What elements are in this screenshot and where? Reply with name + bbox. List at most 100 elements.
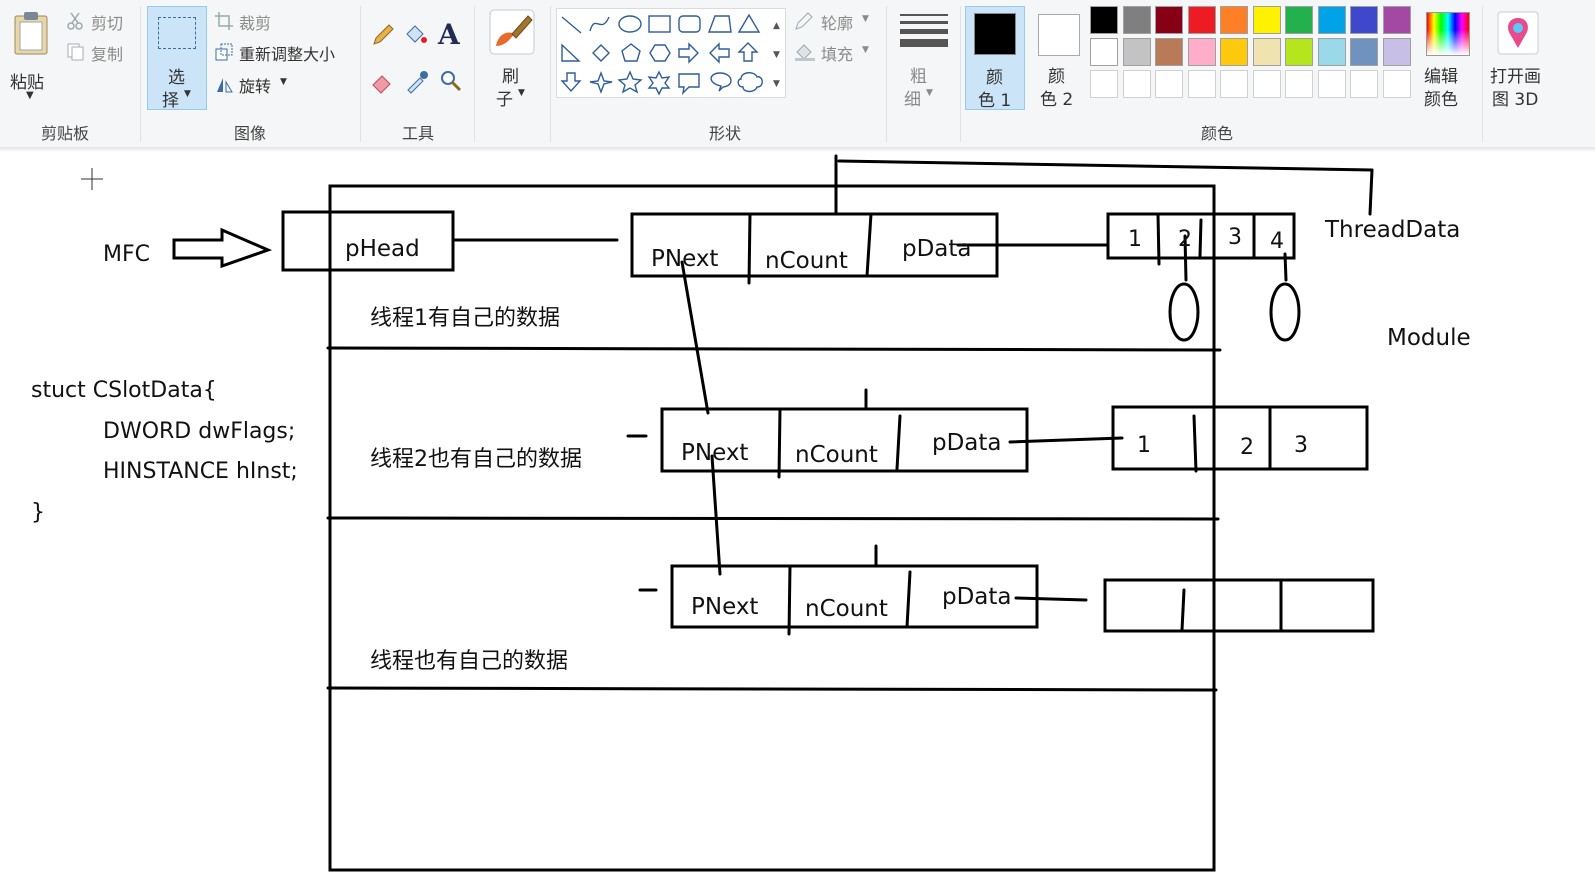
palette-swatch[interactable]: [1220, 38, 1248, 66]
module-label: Module: [1387, 325, 1471, 351]
chevron-down-icon: ▼: [26, 90, 34, 101]
palette-swatch[interactable]: [1350, 70, 1378, 98]
pencil-icon[interactable]: [370, 22, 396, 48]
array2-cell-3: 3: [1294, 433, 1308, 458]
palette-swatch[interactable]: [1090, 38, 1118, 66]
palette-swatch[interactable]: [1187, 6, 1216, 34]
select-icon: [158, 17, 196, 49]
palette-swatch[interactable]: [1187, 38, 1216, 66]
eraser-icon[interactable]: [370, 68, 396, 94]
group-divider: [550, 6, 551, 142]
palette-swatch[interactable]: [1285, 70, 1313, 98]
palette-swatch[interactable]: [1155, 38, 1183, 66]
chevron-down-icon: ▼: [926, 88, 933, 98]
palette-swatch[interactable]: [1252, 6, 1281, 34]
fill-label: 填充: [821, 45, 854, 64]
shapes-gallery[interactable]: ▲ ▼ ▼: [556, 8, 786, 98]
node3-pdata: pData: [942, 584, 1012, 610]
palette-swatch[interactable]: [1317, 6, 1346, 34]
tools-group-label: 工具: [401, 124, 434, 143]
palette-swatch[interactable]: [1187, 70, 1216, 98]
thread1-text: 线程1有自己的数据: [370, 306, 560, 331]
brushes-button[interactable]: 刷 子 ▼: [482, 6, 542, 110]
edit-colors-button[interactable]: 编辑 颜色: [1418, 6, 1480, 110]
size-label-1: 粗: [910, 67, 927, 87]
palette-swatch[interactable]: [1220, 70, 1248, 98]
array1-cell-4: 4: [1270, 229, 1284, 254]
palette-swatch[interactable]: [1122, 70, 1151, 98]
palette-swatch[interactable]: [1090, 6, 1118, 34]
edit-colors-label-2: 颜色: [1424, 90, 1458, 110]
section-divider: [326, 516, 1220, 521]
colors-group-label: 颜色: [1200, 124, 1233, 143]
chevron-down-icon: ▼: [862, 14, 869, 24]
palette-swatch[interactable]: [1382, 38, 1411, 66]
fill-icon: [795, 44, 815, 61]
palette-swatch[interactable]: [1350, 6, 1378, 34]
struct-line-3: HINSTANCE hInst;: [103, 459, 298, 484]
rotate-button[interactable]: 旋转 ▼: [214, 73, 304, 96]
text-tool-icon[interactable]: A: [438, 18, 460, 51]
node2-pdata: pData: [932, 430, 1002, 456]
chevron-down-icon: ▼: [280, 77, 287, 87]
color2-button[interactable]: 颜 色 2: [1030, 6, 1086, 110]
palette-swatch[interactable]: [1122, 38, 1151, 66]
open-paint3d-button[interactable]: 打开画 图 3D: [1486, 6, 1552, 110]
resize-button[interactable]: 重新调整大小: [214, 41, 354, 64]
paint3d-label-2: 图 3D: [1492, 90, 1539, 110]
node1-pnext: PNext: [651, 246, 718, 272]
palette-swatch[interactable]: [1090, 70, 1118, 98]
shapes-icon: ▲ ▼ ▼: [560, 13, 780, 96]
node2-ncount: nCount: [795, 442, 878, 468]
color-picker-icon[interactable]: [404, 68, 430, 94]
palette-swatch[interactable]: [1252, 38, 1281, 66]
threaddata-label: ThreadData: [1324, 217, 1460, 243]
rotate-label: 旋转: [239, 77, 272, 96]
outline-label: 轮廓: [821, 14, 854, 33]
rotate-icon: [217, 78, 233, 93]
palette-swatch[interactable]: [1382, 70, 1411, 98]
magnifier-icon[interactable]: [438, 68, 464, 94]
palette-swatch[interactable]: [1317, 38, 1346, 66]
color1-button[interactable]: 颜 色 1: [965, 6, 1025, 111]
paste-button[interactable]: 粘贴 ▼: [4, 6, 56, 110]
svg-text:▲: ▲: [773, 21, 780, 31]
outline-button[interactable]: 轮廓 ▼: [794, 10, 878, 33]
palette-swatch[interactable]: [1350, 38, 1378, 66]
palette-swatch[interactable]: [1285, 6, 1313, 34]
group-divider: [360, 6, 361, 142]
chevron-down-icon: ▼: [518, 88, 525, 98]
palette-swatch[interactable]: [1285, 38, 1313, 66]
select-button[interactable]: 选 择 ▼: [147, 6, 207, 111]
palette-swatch[interactable]: [1252, 70, 1281, 98]
brush-icon: [489, 9, 535, 55]
group-divider: [1482, 6, 1483, 142]
drawing-canvas[interactable]: MFC pHead PNext nCount pData 1 2 3 4 Thr…: [0, 152, 1595, 891]
cut-button[interactable]: 剪切: [66, 10, 136, 33]
ribbon-toolbar: 粘贴 ▼ 剪切 复制 剪贴板 选 择 ▼ 裁剪 重新调整大小 旋转 ▼ 图像 A…: [0, 0, 1595, 148]
slot-ellipse: [1168, 282, 1200, 342]
palette-swatch[interactable]: [1155, 6, 1183, 34]
size-button[interactable]: 粗 细 ▼: [894, 6, 954, 110]
arrow-icon: [172, 227, 273, 269]
fill-button[interactable]: 填充 ▼: [794, 41, 878, 64]
copy-icon: [67, 43, 84, 61]
canvas-drawing[interactable]: MFC pHead PNext nCount pData 1 2 3 4 Thr…: [0, 152, 1595, 891]
color2-label-1: 颜: [1048, 67, 1065, 87]
crop-button[interactable]: 裁剪: [214, 10, 294, 33]
size-label-2: 细: [904, 90, 921, 110]
palette-swatch[interactable]: [1122, 6, 1151, 34]
node2-pnext: PNext: [681, 440, 748, 466]
copy-button[interactable]: 复制: [66, 41, 136, 64]
struct-line-4: }: [31, 500, 45, 525]
color1-label-1: 颜: [986, 68, 1003, 88]
mfc-label: MFC: [103, 242, 150, 267]
palette-swatch[interactable]: [1220, 6, 1248, 34]
group-divider: [960, 6, 961, 142]
palette-swatch[interactable]: [1382, 6, 1411, 34]
shapes-group-label: 形状: [708, 124, 741, 143]
fill-bucket-icon[interactable]: [402, 22, 428, 48]
palette-swatch[interactable]: [1317, 70, 1346, 98]
palette-swatch[interactable]: [1155, 70, 1183, 98]
section-divider: [326, 686, 1218, 692]
